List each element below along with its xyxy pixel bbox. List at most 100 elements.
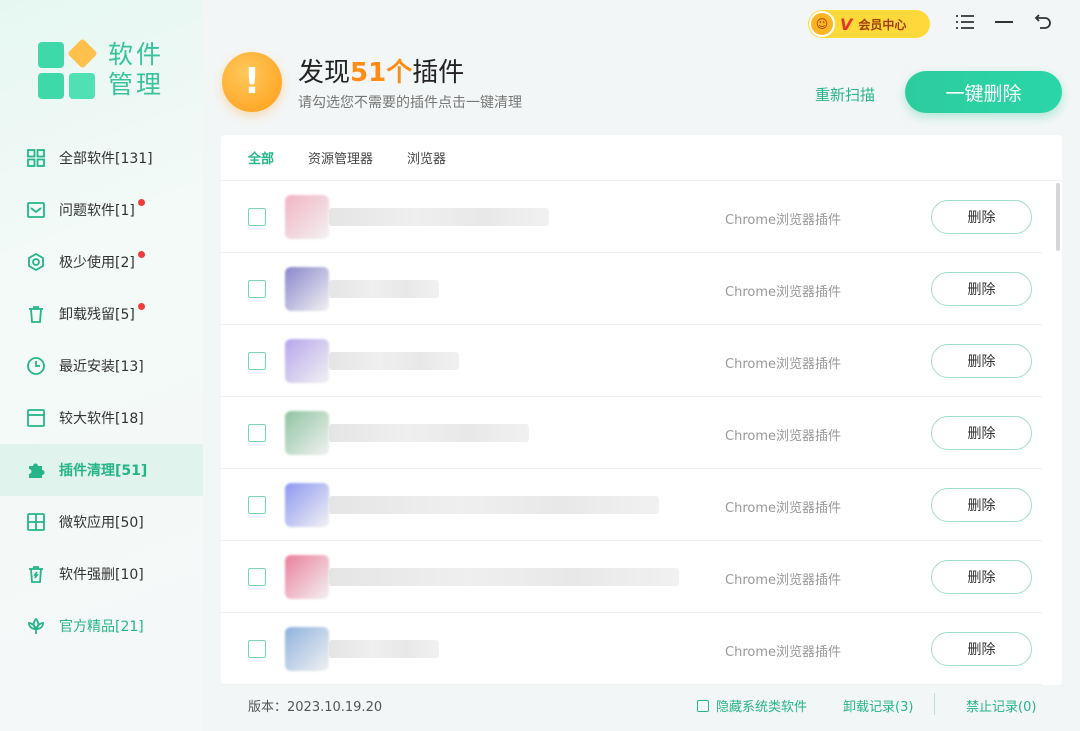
sidebar-item-label: 卸载残留[5] <box>59 307 135 323</box>
table-row: Chrome浏览器插件 删除 <box>221 613 1042 685</box>
delete-plugin-button[interactable]: 删除 <box>931 200 1032 234</box>
uninstall-log-link[interactable]: 卸载记录(3) <box>843 696 913 715</box>
app-logo: 软件管理 <box>38 38 165 100</box>
title-prefix: 发现 <box>298 58 351 88</box>
grid-icon <box>25 147 47 169</box>
table-row: Chrome浏览器插件 删除 <box>221 325 1042 397</box>
sidebar-item-label: 问题软件[1] <box>59 203 135 219</box>
plugin-type: Chrome浏览器插件 <box>725 429 841 444</box>
delete-plugin-button[interactable]: 删除 <box>931 488 1032 522</box>
delete-plugin-button[interactable]: 删除 <box>931 272 1032 306</box>
page-title: 发现51个插件 <box>298 52 464 89</box>
sidebar-item-large-software[interactable]: 较大软件[18] <box>0 392 203 444</box>
title-suffix: 插件 <box>412 58 465 88</box>
rescan-link[interactable]: 重新扫描 <box>815 84 875 105</box>
sidebar-item-plugin-cleanup[interactable]: 插件清理[51] <box>0 444 203 496</box>
delete-plugin-button[interactable]: 删除 <box>931 632 1032 666</box>
hide-system-checkbox[interactable]: 隐藏系统类软件 <box>697 696 807 715</box>
delete-all-button[interactable]: 一键删除 <box>905 71 1062 113</box>
checkbox-icon <box>697 699 709 712</box>
row-checkbox[interactable] <box>248 424 266 442</box>
sidebar-item-force-delete[interactable]: 软件强删[10] <box>0 548 203 600</box>
plugin-icon <box>285 339 329 383</box>
plugin-type: Chrome浏览器插件 <box>725 213 841 228</box>
hide-system-label: 隐藏系统类软件 <box>716 700 808 715</box>
row-checkbox[interactable] <box>248 208 266 226</box>
sidebar-item-uninstall-residue[interactable]: 卸载残留[5] <box>0 288 203 340</box>
table-row: Chrome浏览器插件 删除 <box>221 397 1042 469</box>
sidebar-item-problem-software[interactable]: 问题软件[1] <box>0 184 203 236</box>
sidebar-item-recent-install[interactable]: 最近安装[13] <box>0 340 203 392</box>
page-subtitle: 请勾选您不需要的插件点击一键清理 <box>298 95 522 111</box>
tab-all[interactable]: 全部 <box>248 148 274 167</box>
vip-center-button[interactable]: ☺ V 会员中心 <box>808 10 930 38</box>
window-icon <box>25 407 47 429</box>
sidebar-nav: 全部软件[131] 问题软件[1] 极少使用[2] 卸载残留[5] 最近安装[1… <box>0 132 203 652</box>
plugin-name-blurred <box>329 424 529 442</box>
app-logo-text: 软件管理 <box>108 40 165 99</box>
vip-center-label: 会员中心 <box>858 17 907 32</box>
plugin-count: 51个 <box>350 58 413 88</box>
plugin-type: Chrome浏览器插件 <box>725 285 841 300</box>
plugin-name-blurred <box>329 496 659 514</box>
plugin-name-blurred <box>329 352 459 370</box>
row-checkbox[interactable] <box>248 640 266 658</box>
delete-plugin-button[interactable]: 删除 <box>931 560 1032 594</box>
delete-plugin-button[interactable]: 删除 <box>931 416 1032 450</box>
forbid-log-link[interactable]: 禁止记录(0) <box>966 696 1036 715</box>
scrollbar[interactable] <box>1056 183 1060 251</box>
windows-icon <box>25 511 47 533</box>
row-checkbox[interactable] <box>248 280 266 298</box>
alert-dot <box>138 251 145 258</box>
sidebar-item-all-software[interactable]: 全部软件[131] <box>0 132 203 184</box>
vip-v-badge: V <box>840 14 853 34</box>
minimize-button[interactable] <box>994 12 1014 32</box>
table-row: Chrome浏览器插件 删除 <box>221 253 1042 325</box>
plugin-type: Chrome浏览器插件 <box>725 357 841 372</box>
back-button[interactable] <box>1033 12 1053 32</box>
plugin-list: Chrome浏览器插件 删除 Chrome浏览器插件 删除 Chrome浏览器插件 删除 C… <box>221 181 1062 685</box>
plugin-name-blurred <box>329 640 439 658</box>
plugin-name-blurred <box>329 280 439 298</box>
alert-dot <box>138 199 145 206</box>
sidebar-item-label: 极少使用[2] <box>59 255 135 271</box>
minimize-icon <box>995 21 1013 23</box>
plugin-icon <box>285 411 329 455</box>
hexagon-icon <box>25 251 47 273</box>
plugin-icon <box>285 627 329 671</box>
trash-bolt-icon <box>25 563 47 585</box>
plugin-name-blurred <box>329 208 549 226</box>
table-row: Chrome浏览器插件 删除 <box>221 181 1042 253</box>
plugin-icon <box>285 483 329 527</box>
plugin-type: Chrome浏览器插件 <box>725 573 841 588</box>
plugin-name-blurred <box>329 568 679 586</box>
menu-button[interactable] <box>955 12 975 32</box>
sidebar-item-label: 插件清理[51] <box>59 463 148 479</box>
row-checkbox[interactable] <box>248 352 266 370</box>
tab-explorer[interactable]: 资源管理器 <box>308 148 373 167</box>
sidebar-item-label: 最近安装[13] <box>59 359 144 375</box>
plugin-type: Chrome浏览器插件 <box>725 645 841 660</box>
sidebar-item-label: 软件强删[10] <box>59 567 144 583</box>
sidebar-item-microsoft-apps[interactable]: 微软应用[50] <box>0 496 203 548</box>
delete-plugin-button[interactable]: 删除 <box>931 344 1032 378</box>
sidebar-item-label: 全部软件[131] <box>59 151 153 167</box>
sidebar: 软件管理 全部软件[131] 问题软件[1] 极少使用[2] 卸载残留[5] 最… <box>0 0 203 731</box>
row-checkbox[interactable] <box>248 496 266 514</box>
sidebar-item-official-picks[interactable]: 官方精品[21] <box>0 600 203 652</box>
plugin-panel: 全部 资源管理器 浏览器 Chrome浏览器插件 删除 Chrome浏览器插件 删除 C… <box>221 135 1062 685</box>
sidebar-item-label: 微软应用[50] <box>59 515 144 531</box>
sidebar-item-label: 官方精品[21] <box>59 619 144 635</box>
row-checkbox[interactable] <box>248 568 266 586</box>
plugin-type: Chrome浏览器插件 <box>725 501 841 516</box>
tab-browser[interactable]: 浏览器 <box>407 148 446 167</box>
back-arrow-icon <box>1034 14 1051 29</box>
version-label: 版本：2023.10.19.20 <box>248 700 383 715</box>
sidebar-item-label: 较大软件[18] <box>59 411 144 427</box>
vip-avatar-icon: ☺ <box>809 11 835 37</box>
filter-tabs: 全部 资源管理器 浏览器 <box>221 135 1062 181</box>
sidebar-item-rarely-used[interactable]: 极少使用[2] <box>0 236 203 288</box>
table-row: Chrome浏览器插件 删除 <box>221 469 1042 541</box>
alert-dot <box>138 303 145 310</box>
plugin-icon <box>285 555 329 599</box>
